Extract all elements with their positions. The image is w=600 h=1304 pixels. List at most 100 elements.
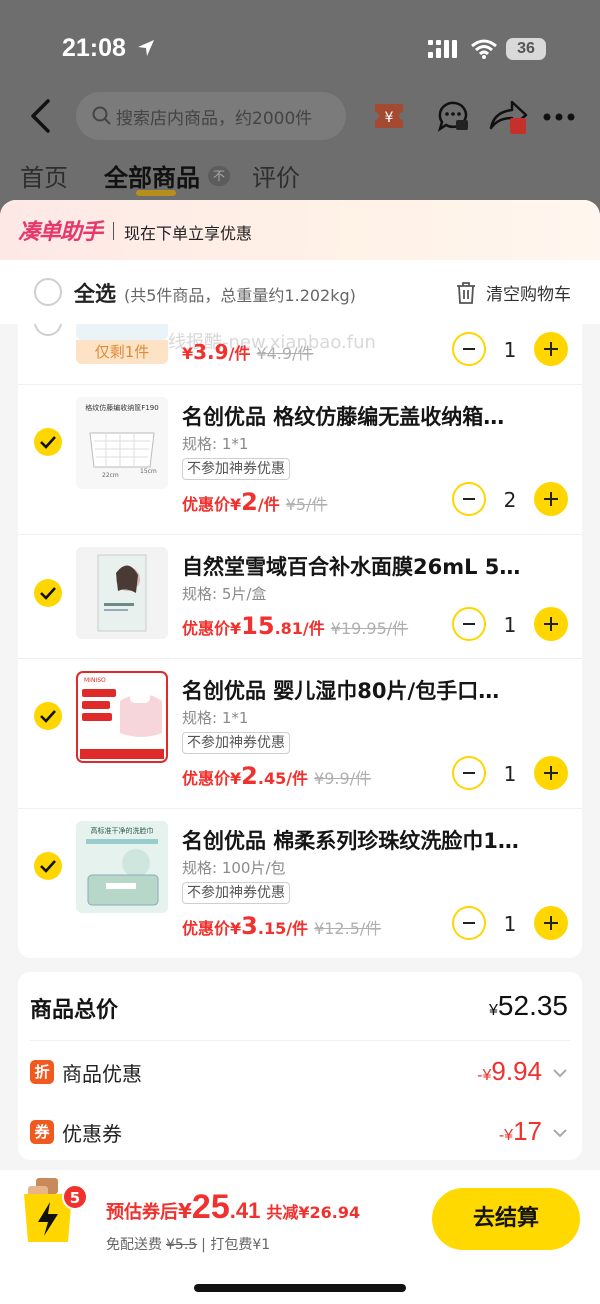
cart-count-badge: 5 xyxy=(62,1184,88,1210)
svg-text:15cm: 15cm xyxy=(140,468,157,475)
item-title[interactable]: 自然堂雪域百合补水面膜26mL 5… xyxy=(182,551,520,581)
item-price: 优惠价¥15.81/件 ¥19.95/件 xyxy=(182,612,409,640)
helper-text: 现在下单立享优惠 xyxy=(124,224,253,243)
cart-item[interactable]: 格纹仿藤编收纳筐F190 22cm 15cm 名创优品 格纹仿藤编无盖收纳箱… … xyxy=(18,384,582,534)
divider xyxy=(113,222,114,240)
checkmark-icon xyxy=(40,587,56,600)
quantity-value: 1 xyxy=(503,338,517,362)
more-icon[interactable] xyxy=(542,112,576,122)
product-thumbnail[interactable] xyxy=(76,547,168,639)
item-title[interactable]: 名创优品 婴儿湿巾80片/包手口… xyxy=(182,675,499,705)
tab-all-products[interactable]: 全部商品 xyxy=(104,158,200,193)
cellular-signal-icon xyxy=(428,40,457,58)
cart-item[interactable]: MINISO 名创优品 婴儿湿巾80片/包手口… 规格: 1*1 不参加神券优惠… xyxy=(18,658,582,808)
select-all-row: 全选 (共5件商品，总重量约1.202kg) 清空购物车 xyxy=(0,260,600,324)
divider xyxy=(30,1040,570,1041)
face-mask-box-image xyxy=(76,547,168,639)
coupon-label[interactable]: 优惠券 xyxy=(62,1118,122,1147)
item-checkbox-checked[interactable] xyxy=(34,702,62,730)
coupon-exclusion-tag: 不参加神券优惠 xyxy=(182,882,290,904)
item-spec[interactable]: 规格: 5片/盒 xyxy=(182,583,266,604)
customer-service-icon[interactable] xyxy=(436,98,470,132)
clear-cart-button[interactable]: 清空购物车 xyxy=(486,280,571,305)
back-arrow-icon[interactable] xyxy=(28,98,54,134)
search-input[interactable]: 搜索店内商品，约2000件 xyxy=(76,92,346,140)
item-spec[interactable]: 规格: 1*1 xyxy=(182,433,248,454)
decrease-qty-button[interactable] xyxy=(452,482,486,516)
coupon-icon[interactable]: ¥ xyxy=(372,100,406,132)
checkout-bar: 5 预估券后¥25.41 共减¥26.94 免配送费 ¥5.5 | 打包费¥1 去结算 xyxy=(0,1170,600,1304)
decrease-qty-button[interactable] xyxy=(452,607,486,641)
price-summary-card: 商品总价 ¥52.35 折 商品优惠 -¥9.94 券 优惠券 -¥17 xyxy=(18,972,582,1160)
location-arrow-icon xyxy=(138,40,154,56)
search-placeholder: 搜索店内商品，约2000件 xyxy=(116,109,313,129)
cart-item-partial[interactable]: 仅剩1件 线报酷-new.xianbao.fun ¥3.9/件 ¥4.9/件 1 xyxy=(18,324,582,384)
item-checkbox-checked[interactable] xyxy=(34,852,62,880)
select-all-label[interactable]: 全选 xyxy=(74,278,116,308)
chevron-down-icon[interactable] xyxy=(552,1068,568,1078)
increase-qty-button[interactable] xyxy=(534,332,568,366)
item-price: 优惠价¥3.15/件 ¥12.5/件 xyxy=(182,912,382,940)
svg-text:MINISO: MINISO xyxy=(84,677,106,684)
svg-text:22cm: 22cm xyxy=(102,472,119,479)
select-all-checkbox[interactable] xyxy=(34,278,62,306)
trash-icon[interactable] xyxy=(456,282,476,304)
coupon-value[interactable]: -¥17 xyxy=(499,1116,542,1147)
status-bar: 21:08 36 xyxy=(0,0,600,90)
tab-reviews[interactable]: 评价 xyxy=(252,158,300,193)
increase-qty-button[interactable] xyxy=(534,756,568,790)
quantity-value: 2 xyxy=(503,488,517,512)
search-icon xyxy=(92,106,111,125)
decrease-qty-button[interactable] xyxy=(452,756,486,790)
tab-home[interactable]: 首页 xyxy=(20,158,68,193)
baby-wipes-image: MINISO xyxy=(76,671,168,763)
storage-basket-image: 格纹仿藤编收纳筐F190 22cm 15cm xyxy=(76,397,168,489)
shipping-info: 免配送费 ¥5.5 | 打包费¥1 xyxy=(106,1237,271,1253)
item-spec[interactable]: 规格: 1*1 xyxy=(182,707,248,728)
quantity-value: 1 xyxy=(503,762,517,786)
active-tab-indicator xyxy=(136,190,176,196)
chevron-down-icon[interactable] xyxy=(552,1128,568,1138)
product-thumbnail[interactable]: 高标准干净的洗脸巾 xyxy=(76,821,168,913)
home-indicator xyxy=(194,1284,406,1292)
battery-indicator: 36 xyxy=(506,38,546,60)
cart-summary-text: (共5件商品，总重量约1.202kg) xyxy=(124,286,356,305)
cart-item[interactable]: 高标准干净的洗脸巾 名创优品 棉柔系列珍珠纹洗脸巾1… 规格: 100片/包 不… xyxy=(18,808,582,958)
product-discount-value[interactable]: -¥9.94 xyxy=(477,1056,542,1087)
increase-qty-button[interactable] xyxy=(534,482,568,516)
cart-item[interactable]: 自然堂雪域百合补水面膜26mL 5… 规格: 5片/盒 优惠价¥15.81/件 ¥… xyxy=(18,534,582,658)
item-price: ¥3.9/件 ¥4.9/件 xyxy=(182,340,314,364)
product-discount-label[interactable]: 商品优惠 xyxy=(62,1058,142,1087)
decrease-qty-button[interactable] xyxy=(452,332,486,366)
item-title[interactable]: 名创优品 棉柔系列珍珠纹洗脸巾1… xyxy=(182,825,519,855)
coupon-exclusion-tag: 不参加神券优惠 xyxy=(182,732,290,754)
item-checkbox[interactable] xyxy=(34,324,62,336)
stock-badge: 仅剩1件 xyxy=(76,340,168,364)
decrease-qty-button[interactable] xyxy=(452,906,486,940)
product-thumbnail[interactable]: 格纹仿藤编收纳筐F190 22cm 15cm xyxy=(76,397,168,489)
checkout-button[interactable]: 去结算 xyxy=(432,1188,580,1250)
item-spec[interactable]: 规格: 100片/包 xyxy=(182,857,286,878)
increase-qty-button[interactable] xyxy=(534,906,568,940)
item-checkbox-checked[interactable] xyxy=(34,428,62,456)
svg-text:¥: ¥ xyxy=(385,110,394,126)
face-towel-image: 高标准干净的洗脸巾 xyxy=(76,821,168,913)
estimated-price: 预估券后¥25.41 共减¥26.94 xyxy=(106,1188,361,1226)
cart-item-list: 仅剩1件 线报酷-new.xianbao.fun ¥3.9/件 ¥4.9/件 1 … xyxy=(18,324,582,958)
wifi-icon xyxy=(471,39,497,59)
checkmark-icon xyxy=(40,710,56,723)
increase-qty-button[interactable] xyxy=(534,607,568,641)
quantity-value: 1 xyxy=(503,912,517,936)
product-thumbnail[interactable]: MINISO xyxy=(76,671,168,763)
product-thumbnail[interactable] xyxy=(76,324,168,340)
total-price-value: ¥52.35 xyxy=(489,990,568,1021)
status-time: 21:08 xyxy=(62,34,126,62)
cart-sheet: 凑单助手 现在下单立享优惠 全选 (共5件商品，总重量约1.202kg) 清空购… xyxy=(0,200,600,1304)
sort-toggle-icon[interactable]: 不 xyxy=(208,166,230,186)
checkmark-icon xyxy=(40,860,56,873)
item-checkbox-checked[interactable] xyxy=(34,579,62,607)
item-title[interactable]: 名创优品 格纹仿藤编无盖收纳箱… xyxy=(182,401,504,431)
share-icon[interactable] xyxy=(488,98,530,136)
order-helper-banner[interactable]: 凑单助手 现在下单立享优惠 xyxy=(0,200,600,260)
quantity-value: 1 xyxy=(503,613,517,637)
